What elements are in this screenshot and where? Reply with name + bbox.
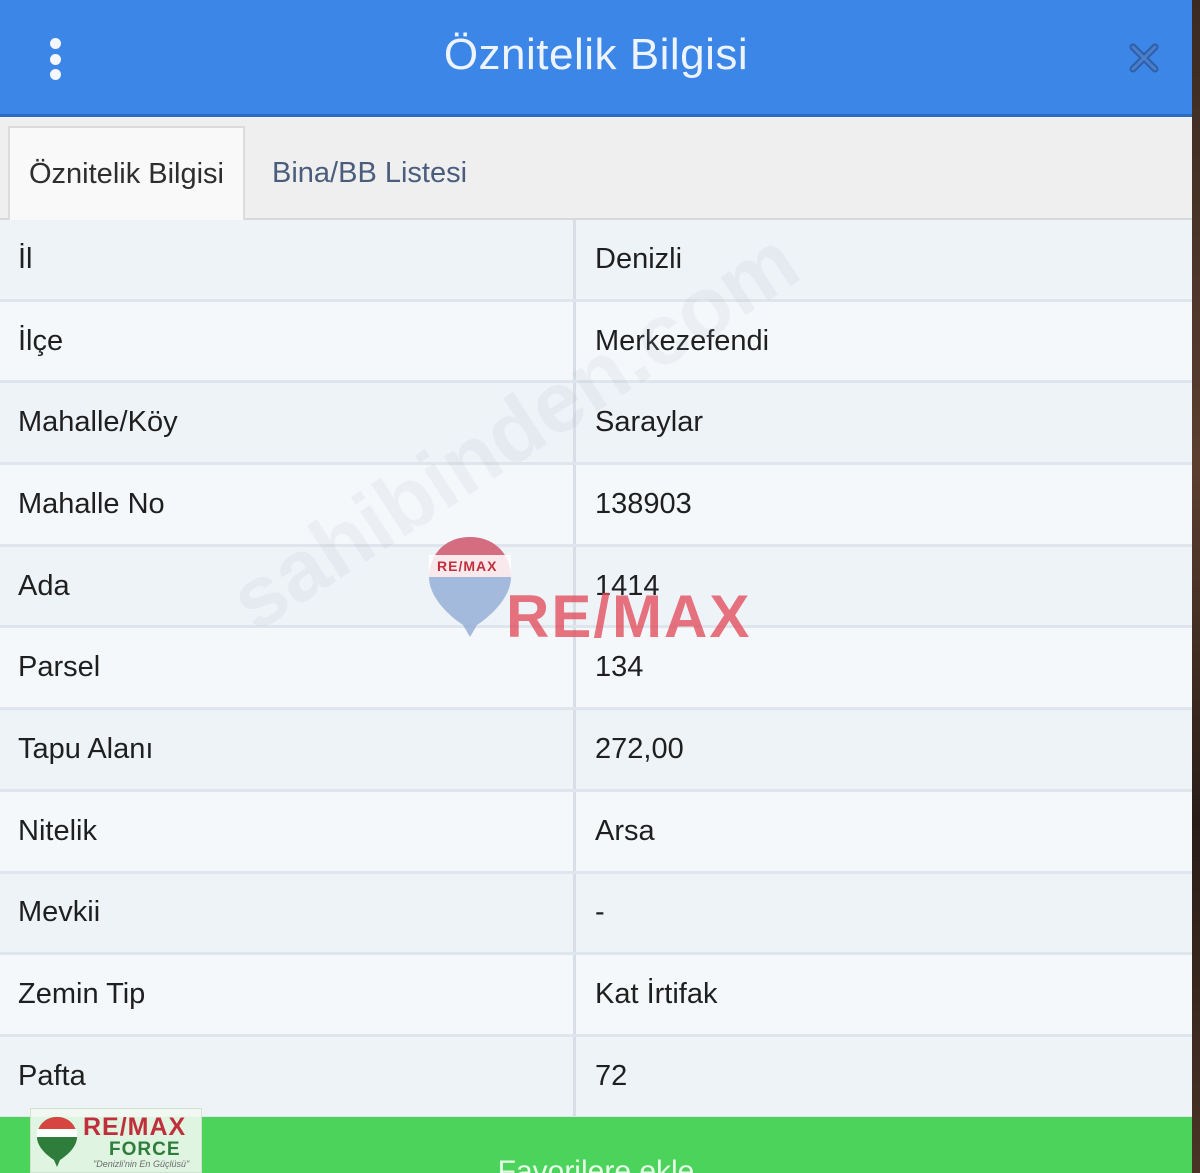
row-label: Mevkii xyxy=(18,896,101,929)
table-row: Mevkii - xyxy=(0,873,1192,956)
row-label: İl xyxy=(18,242,33,275)
corner-logo-tagline: "Denizli'nin En Güçlüsü" xyxy=(93,1159,190,1169)
tab-attribute-info[interactable]: Öznitelik Bilgisi xyxy=(8,126,245,220)
table-row: Nitelik Arsa xyxy=(0,791,1192,874)
row-label: Tapu Alanı xyxy=(18,732,154,765)
attribute-info-dialog: Öznitelik Bilgisi Öznitelik Bilgisi Bina… xyxy=(0,0,1192,1173)
row-label: Parsel xyxy=(18,651,101,684)
table-row: İl Denizli xyxy=(0,220,1192,302)
close-icon[interactable] xyxy=(1124,38,1164,78)
row-value: - xyxy=(595,896,605,929)
row-value: 272,00 xyxy=(595,732,684,765)
remax-text-watermark: RE/MAX xyxy=(506,583,752,650)
table-row: Mahalle No 138903 xyxy=(0,465,1192,547)
table-row: Pafta 72 xyxy=(0,1036,1192,1119)
row-value: Arsa xyxy=(595,814,655,847)
table-row: Tapu Alanı 272,00 xyxy=(0,710,1192,792)
column-divider xyxy=(573,1036,576,1116)
column-divider xyxy=(573,791,576,871)
row-label: Ada xyxy=(18,569,70,602)
corner-logo-subtitle: FORCE xyxy=(109,1139,181,1160)
background-edge xyxy=(1192,0,1200,1173)
row-value: Kat İrtifak xyxy=(595,978,718,1011)
column-divider xyxy=(573,465,576,544)
tab-building-list[interactable]: Bina/BB Listesi xyxy=(272,126,467,220)
row-value: 72 xyxy=(595,1059,628,1092)
row-label: Mahalle/Köy xyxy=(18,406,178,439)
row-value: 138903 xyxy=(595,487,692,520)
dialog-title: Öznitelik Bilgisi xyxy=(443,30,749,79)
column-divider xyxy=(573,220,576,299)
dialog-header: Öznitelik Bilgisi xyxy=(0,0,1192,117)
table-row: Zemin Tip Kat İrtifak xyxy=(0,955,1192,1037)
row-label: Pafta xyxy=(18,1059,86,1092)
column-divider xyxy=(573,873,576,953)
row-label: Mahalle No xyxy=(18,487,165,520)
remax-force-logo: RE/MAX FORCE "Denizli'nin En Güçlüsü" xyxy=(30,1108,202,1173)
tab-bar: Öznitelik Bilgisi Bina/BB Listesi xyxy=(0,118,1192,220)
row-label: Nitelik xyxy=(18,814,97,847)
column-divider xyxy=(573,955,576,1034)
corner-logo-brand: RE/MAX xyxy=(83,1113,187,1141)
row-label: Zemin Tip xyxy=(18,978,146,1011)
row-label: İlçe xyxy=(18,324,64,357)
column-divider xyxy=(573,710,576,789)
